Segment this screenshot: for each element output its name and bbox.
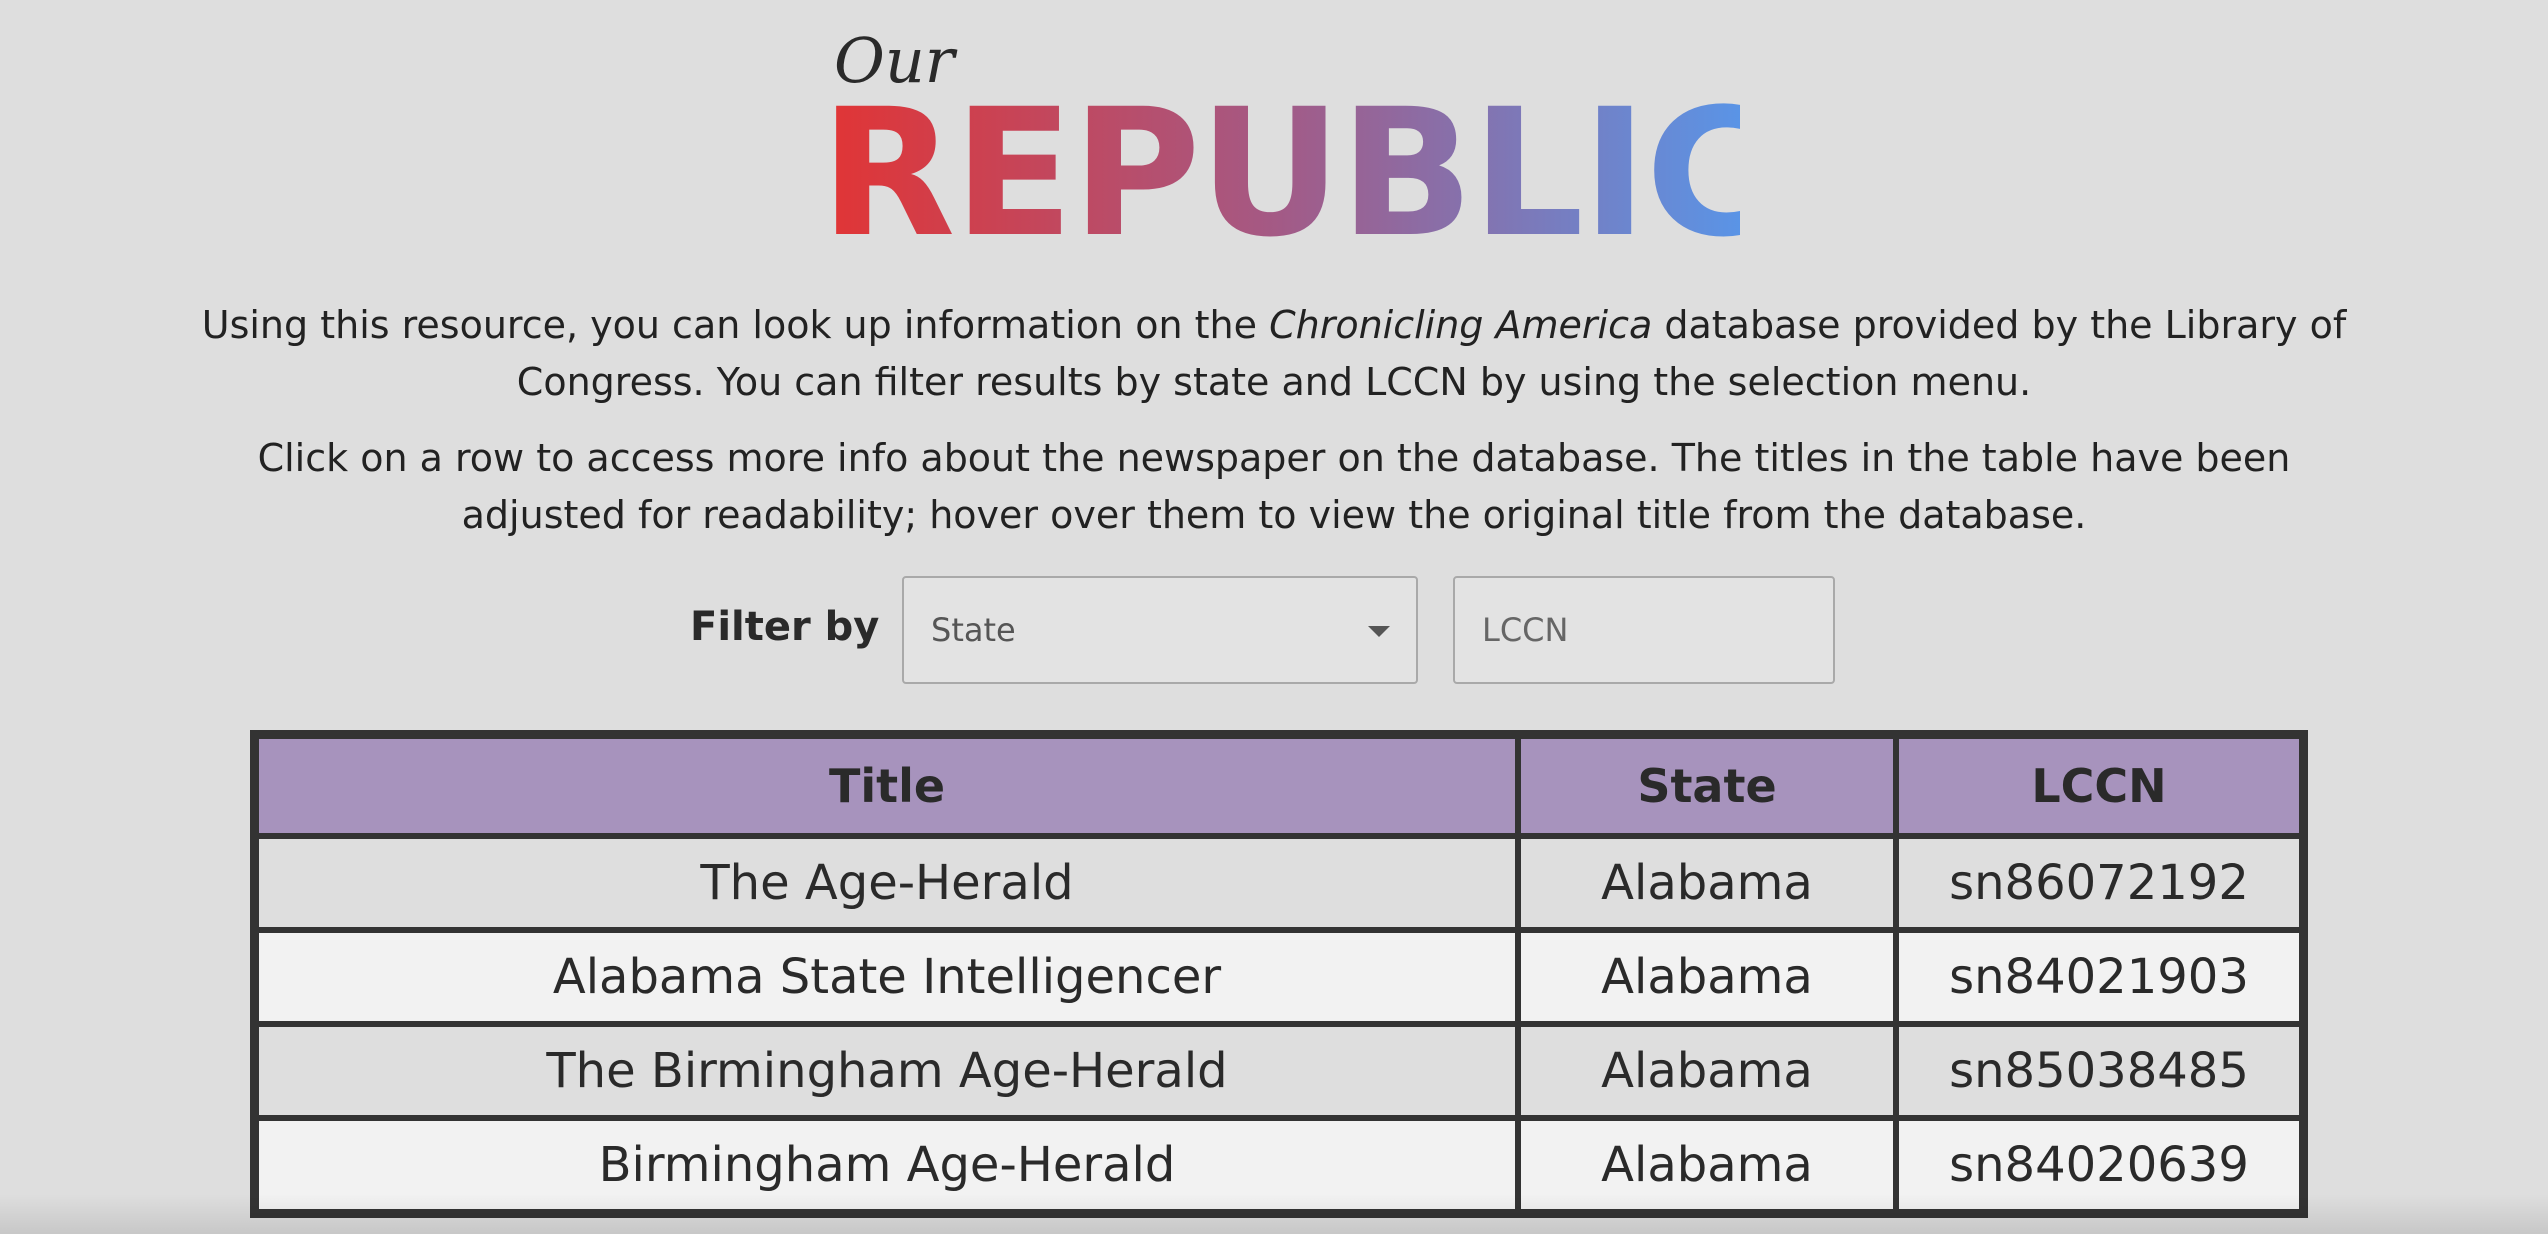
cell-state: Alabama xyxy=(1518,1118,1896,1212)
intro-paragraph-2: Click on a row to access more info about… xyxy=(200,430,2348,544)
cell-title[interactable]: The Age-Herald xyxy=(256,836,1518,930)
chevron-down-icon xyxy=(1368,626,1390,637)
column-header-title[interactable]: Title xyxy=(256,736,1518,836)
cell-lccn: sn84020639 xyxy=(1896,1118,2302,1212)
results-table: Title State LCCN The Age-Herald Alabama … xyxy=(250,730,2308,1218)
filter-label: Filter by xyxy=(690,604,880,650)
table-row[interactable]: The Age-Herald Alabama sn86072192 xyxy=(256,836,2302,930)
table-header-row: Title State LCCN xyxy=(256,736,2302,836)
cell-lccn: sn85038485 xyxy=(1896,1024,2302,1118)
column-header-state[interactable]: State xyxy=(1518,736,1896,836)
column-header-lccn[interactable]: LCCN xyxy=(1896,736,2302,836)
intro-text-start: Using this resource, you can look up inf… xyxy=(201,303,1270,347)
instructions-text: Click on a row to access more info about… xyxy=(257,436,2291,537)
cell-state: Alabama xyxy=(1518,836,1896,930)
intro-paragraph-1: Using this resource, you can look up inf… xyxy=(200,297,2348,411)
cell-lccn: sn86072192 xyxy=(1896,836,2302,930)
cell-lccn: sn84021903 xyxy=(1896,930,2302,1024)
logo-republic-text: REPUBLIC xyxy=(820,71,1775,276)
table-row[interactable]: Birmingham Age-Herald Alabama sn84020639 xyxy=(256,1118,2302,1212)
table-row[interactable]: The Birmingham Age-Herald Alabama sn8503… xyxy=(256,1024,2302,1118)
table-row[interactable]: Alabama State Intelligencer Alabama sn84… xyxy=(256,930,2302,1024)
cell-title[interactable]: Birmingham Age-Herald xyxy=(256,1118,1518,1212)
lccn-input[interactable] xyxy=(1453,576,1835,684)
cell-state: Alabama xyxy=(1518,1024,1896,1118)
cell-title[interactable]: The Birmingham Age-Herald xyxy=(256,1024,1518,1118)
site-logo: Our REPUBLIC xyxy=(820,30,1775,276)
cell-state: Alabama xyxy=(1518,930,1896,1024)
state-select[interactable]: State xyxy=(902,576,1418,684)
database-name: Chronicling America xyxy=(1269,303,1653,347)
cell-title[interactable]: Alabama State Intelligencer xyxy=(256,930,1518,1024)
state-select-value: State xyxy=(931,611,1016,649)
